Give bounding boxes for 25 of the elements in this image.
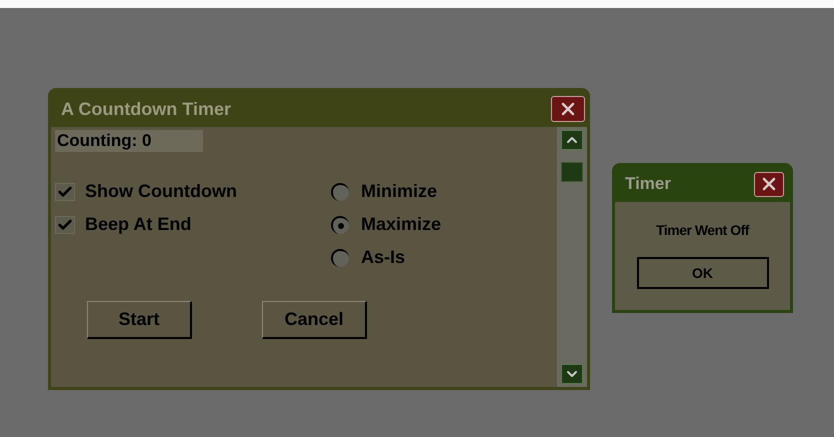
scroll-thumb[interactable] xyxy=(561,162,583,182)
dialog-button[interactable]: Cancel xyxy=(262,301,367,339)
checkbox-label: Show Countdown xyxy=(85,180,237,203)
checkbox[interactable] xyxy=(55,182,75,200)
radio-button[interactable] xyxy=(331,182,349,200)
radio-button[interactable] xyxy=(331,248,349,266)
check-icon xyxy=(57,216,73,232)
scroll-up-icon[interactable] xyxy=(561,130,583,150)
radio-label: Maximize xyxy=(361,213,442,236)
scroll-down-icon[interactable] xyxy=(561,364,583,384)
ok-button[interactable]: OK xyxy=(636,257,768,289)
window-title: A Countdown Timer xyxy=(61,98,231,120)
checkbox[interactable] xyxy=(55,216,75,234)
counter-label: Counting: 0 xyxy=(55,130,203,152)
dialog-title: Timer xyxy=(625,173,671,196)
dialog-message: Timer Went Off xyxy=(656,221,749,240)
check-icon xyxy=(57,184,73,200)
dialog-button[interactable]: Start xyxy=(87,301,192,339)
checkbox-label: Beep At End xyxy=(85,213,192,236)
radio-label: As-Is xyxy=(361,246,406,269)
close-button[interactable] xyxy=(551,96,585,122)
radio-button[interactable] xyxy=(331,216,349,234)
radio-label: Minimize xyxy=(361,180,438,203)
close-button[interactable] xyxy=(754,172,784,196)
scrollbar[interactable] xyxy=(557,127,587,387)
